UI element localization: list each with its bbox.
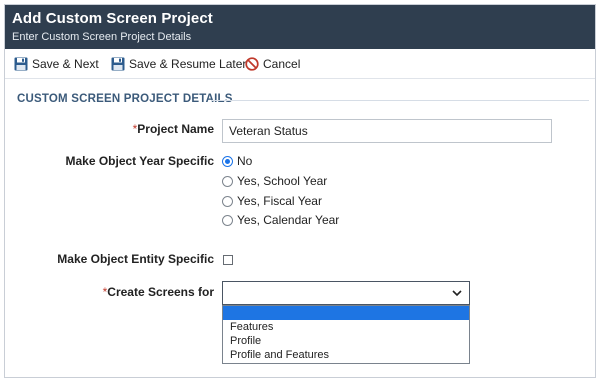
entity-specific-label: Make Object Entity Specific [57, 252, 214, 266]
radio-button [222, 175, 233, 187]
radio-button [222, 195, 233, 207]
save-resume-label: Save & Resume Later [129, 57, 247, 71]
create-screens-dropdown: Features Profile Profile and Features [222, 305, 470, 364]
project-name-label: *Project Name [9, 122, 214, 136]
save-resume-later-button[interactable]: Save & Resume Later [111, 57, 246, 71]
radio-school-year[interactable]: Yes, School Year [222, 174, 327, 188]
dropdown-option-profile-and-features[interactable]: Profile and Features [223, 348, 469, 362]
radio-button [222, 214, 233, 226]
radio-calendar-year-label: Yes, Calendar Year [237, 213, 340, 227]
dialog-header: Add Custom Screen Project Enter Custom S… [5, 5, 595, 49]
year-specific-label: Make Object Year Specific [65, 154, 214, 168]
floppy-disk-icon [14, 57, 28, 71]
dropdown-option-profile[interactable]: Profile [223, 334, 469, 348]
project-name-input[interactable] [222, 119, 552, 143]
prohibited-icon [245, 57, 259, 71]
cancel-label: Cancel [263, 57, 301, 71]
dialog-frame: Add Custom Screen Project Enter Custom S… [4, 4, 596, 378]
radio-no-label: No [237, 154, 253, 168]
page-title: Add Custom Screen Project [12, 10, 213, 27]
floppy-disk-icon [111, 57, 125, 71]
create-screens-select[interactable] [222, 281, 470, 305]
create-screens-label: *Create Screens for [9, 285, 214, 299]
save-next-button[interactable]: Save & Next [14, 57, 99, 71]
radio-school-year-label: Yes, School Year [237, 174, 328, 188]
radio-fiscal-year[interactable]: Yes, Fiscal Year [222, 194, 322, 208]
section-title: CUSTOM SCREEN PROJECT DETAILS [17, 93, 233, 105]
dropdown-option-blank[interactable] [223, 306, 469, 320]
cancel-button[interactable]: Cancel [245, 57, 300, 71]
section-divider [211, 100, 589, 101]
project-name-label-text: Project Name [137, 122, 214, 136]
page-subtitle: Enter Custom Screen Project Details [12, 31, 192, 43]
save-next-label: Save & Next [32, 57, 99, 71]
entity-specific-checkbox[interactable] [223, 255, 233, 265]
radio-fiscal-year-label: Yes, Fiscal Year [237, 194, 322, 208]
create-screens-label-text: Create Screens for [107, 285, 214, 299]
chevron-down-icon [451, 287, 463, 299]
toolbar: Save & Next Save & Resume Later Cancel [5, 49, 595, 79]
radio-calendar-year[interactable]: Yes, Calendar Year [222, 213, 339, 227]
radio-no[interactable]: No [222, 154, 252, 168]
radio-button-selected [222, 155, 233, 167]
dropdown-option-features[interactable]: Features [223, 320, 469, 334]
